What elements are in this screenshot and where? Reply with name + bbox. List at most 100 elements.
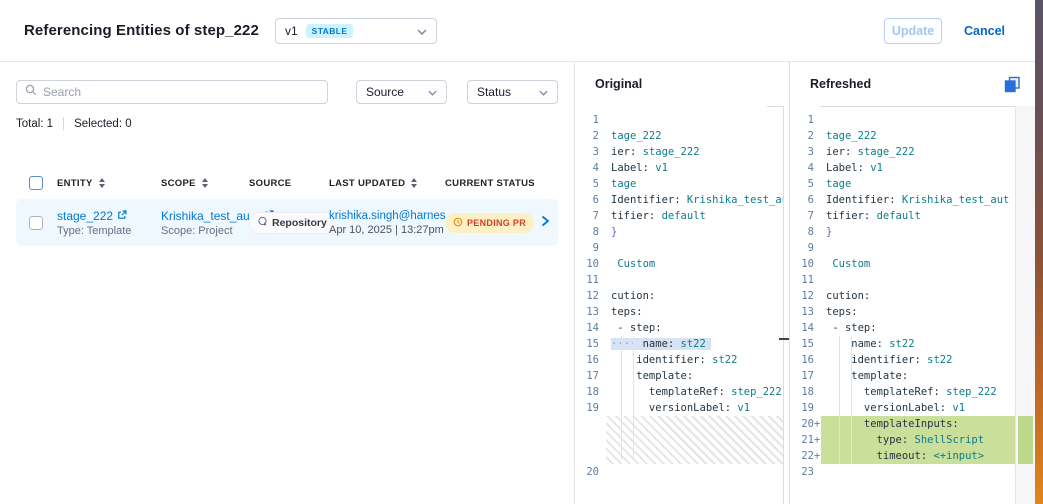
code-line: 13teps: <box>575 304 789 320</box>
table-row[interactable]: stage_222 Type: Template Krishika_test_a… <box>16 199 558 246</box>
code-line: 16 identifier: st22 <box>575 352 789 368</box>
code-line: 21+ type: ShellScript <box>790 432 1015 448</box>
code-line: 16 identifier: st22 <box>790 352 1015 368</box>
sort-last-updated-icon[interactable] <box>411 178 417 188</box>
clock-icon <box>453 217 463 229</box>
entity-link[interactable]: stage_222 <box>57 209 113 223</box>
code-line: 18 templateRef: step_222 <box>575 384 789 400</box>
code-line: 19 versionLabel: v1 <box>575 400 789 416</box>
code-line: 11 <box>790 272 1015 288</box>
search-icon <box>25 83 37 101</box>
column-source: SOURCE <box>249 178 329 189</box>
code-line: 1 <box>575 112 789 128</box>
code-line: 5tage <box>790 176 1015 192</box>
code-line: 2tage_222 <box>790 128 1015 144</box>
code-line: 8} <box>575 224 789 240</box>
code-line: 17 template: <box>790 368 1015 384</box>
code-line: 1 <box>790 112 1015 128</box>
original-panel-header: Original <box>575 62 789 106</box>
select-all-checkbox[interactable] <box>29 176 43 190</box>
version-stable-badge: STABLE <box>306 24 354 38</box>
row-checkbox[interactable] <box>29 216 43 230</box>
code-line: 23 <box>790 464 1015 480</box>
code-line: 14 - step: <box>575 320 789 336</box>
status-badge: PENDING PR <box>445 213 534 233</box>
page-background-strip <box>1035 0 1043 504</box>
search-box[interactable] <box>16 80 328 104</box>
page-title: Referencing Entities of step_222 <box>24 22 259 39</box>
entity-type: Type: Template <box>57 225 161 237</box>
refreshed-scroll-gutter[interactable] <box>1015 106 1035 504</box>
chevron-down-icon <box>428 85 437 99</box>
sort-scope-icon[interactable] <box>202 178 208 188</box>
status-filter-select[interactable]: Status <box>467 80 558 104</box>
original-scroll-rail[interactable] <box>783 106 789 504</box>
code-line: 4Label: v1 <box>575 160 789 176</box>
total-count: Total: 1 <box>16 118 53 130</box>
refreshed-panel: Refreshed 12tage_2223ier: stage_2224Labe… <box>790 62 1035 504</box>
scope-link[interactable]: Krishika_test_au... <box>161 209 260 223</box>
code-line: 9 <box>575 240 789 256</box>
code-line: 3ier: stage_222 <box>790 144 1015 160</box>
update-button[interactable]: Update <box>884 18 942 44</box>
code-line: 2tage_222 <box>575 128 789 144</box>
repo-icon <box>257 216 268 230</box>
source-filter-label: Source <box>366 85 404 99</box>
code-line: 12cution: <box>575 288 789 304</box>
updated-date: Apr 10, 2025 | 13:27pm <box>329 224 445 236</box>
code-line: 19 versionLabel: v1 <box>790 400 1015 416</box>
status-filter-label: Status <box>477 85 511 99</box>
changed-line-marker <box>779 338 789 340</box>
column-last-updated: LAST UPDATED <box>329 178 445 189</box>
referencing-entities-drawer: Referencing Entities of step_222 v1 STAB… <box>0 0 1043 504</box>
indent-guide <box>633 336 634 460</box>
code-line: 15···· name: st22 <box>575 336 789 352</box>
code-line: 8} <box>790 224 1015 240</box>
refreshed-title: Refreshed <box>810 77 871 91</box>
column-entity: ENTITY <box>57 178 161 189</box>
column-current-status: CURRENT STATUS <box>445 178 541 189</box>
totals-bar: Total: 1 Selected: 0 <box>16 117 558 130</box>
source-badge: Repository <box>249 212 335 234</box>
code-line: 20+ templateInputs: <box>790 416 1015 432</box>
code-line: 14 - step: <box>790 320 1015 336</box>
original-code-area[interactable]: 12tage_2223ier: stage_2224Label: v15tage… <box>575 106 789 504</box>
code-line: 10 Custom <box>790 256 1015 272</box>
last-updated-cell: krishika.singh@harnes... Apr 10, 2025 | … <box>329 210 445 236</box>
status-label: PENDING PR <box>467 218 526 228</box>
copy-icon[interactable] <box>1004 76 1021 93</box>
entity-cell: stage_222 Type: Template <box>57 209 161 237</box>
scope-cell: Krishika_test_au... Scope: Project <box>161 209 249 237</box>
selected-count: Selected: 0 <box>74 118 132 130</box>
code-line: 22+ timeout: <+input> <box>790 448 1015 464</box>
refreshed-panel-header: Refreshed <box>790 62 1035 106</box>
cancel-button[interactable]: Cancel <box>964 24 1005 38</box>
original-panel: Original 12tage_2223ier: stage_2224Label… <box>575 62 790 504</box>
code-line: 6Identifier: Krishika_test_aut <box>790 192 1015 208</box>
external-link-icon[interactable] <box>117 209 127 223</box>
code-line: 7tifier: default <box>790 208 1015 224</box>
code-line: 17 template: <box>575 368 789 384</box>
drawer-header: Referencing Entities of step_222 v1 STAB… <box>0 0 1035 62</box>
column-scope: SCOPE <box>161 178 249 189</box>
version-value: v1 <box>285 24 298 38</box>
code-line: 11 <box>575 272 789 288</box>
code-line: 15 name: st22 <box>790 336 1015 352</box>
sort-entity-icon[interactable] <box>99 178 105 188</box>
scope-sub: Scope: Project <box>161 225 249 237</box>
code-line: 5tage <box>575 176 789 192</box>
source-filter-select[interactable]: Source <box>356 80 447 104</box>
entities-section: Source Status Tota <box>0 62 575 504</box>
version-dropdown[interactable]: v1 STABLE <box>275 18 437 44</box>
source-label: Repository <box>272 217 327 229</box>
code-line: 3ier: stage_222 <box>575 144 789 160</box>
drawer-panel: Referencing Entities of step_222 v1 STAB… <box>0 0 1035 504</box>
indent-guide <box>839 336 840 464</box>
code-line: 13teps: <box>790 304 1015 320</box>
row-expand-button[interactable] <box>541 214 557 232</box>
updated-by-link[interactable]: krishika.singh@harnes... <box>329 210 445 222</box>
code-line: 18 templateRef: step_222 <box>790 384 1015 400</box>
code-line: 6Identifier: Krishika_test_aut <box>575 192 789 208</box>
search-input[interactable] <box>43 85 319 99</box>
refreshed-code-area[interactable]: 12tage_2223ier: stage_2224Label: v15tage… <box>790 106 1015 504</box>
